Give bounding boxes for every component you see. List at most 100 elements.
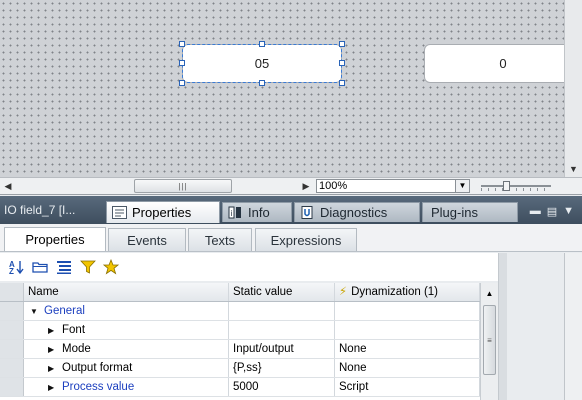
lightning-icon: ⚡ (339, 286, 348, 298)
folder-icon[interactable] (32, 259, 48, 275)
row-dynamization[interactable]: Script (335, 378, 480, 396)
row-static-value[interactable]: Input/output (229, 340, 335, 358)
row-static-value[interactable]: 5000 (229, 378, 335, 396)
list-icon[interactable] (56, 259, 72, 275)
tab-plug-ins-label: Plug-ins (431, 205, 478, 220)
star-icon[interactable] (103, 259, 119, 275)
inspector-window-bar: IO field_7 [I... Properties i Info Diagn… (0, 196, 582, 224)
info-icon: i (227, 206, 243, 220)
column-header-name[interactable]: Name (24, 283, 229, 301)
subtab-events[interactable]: Events (108, 228, 186, 251)
row-dynamization[interactable]: None (335, 340, 480, 358)
row-name: Font (62, 324, 86, 336)
row-name: Mode (62, 343, 91, 355)
tab-properties-label: Properties (132, 205, 192, 220)
table-header-row: Name Static value ⚡ Dynamization (1) (0, 283, 480, 302)
resize-handle-tl[interactable] (179, 41, 185, 47)
properties-table: Name Static value ⚡ Dynamization (1) ▼ Gen… (0, 283, 480, 400)
svg-text:i: i (230, 209, 232, 218)
collapsed-triangle-icon[interactable]: ▶ (48, 379, 58, 396)
scroll-right-icon[interactable]: ▶ (298, 178, 314, 194)
row-name-cell: ▶ Process value (24, 378, 229, 396)
zoom-value: 100% (319, 180, 348, 192)
row-gutter (0, 302, 24, 320)
minimize-icon[interactable]: ▬ (530, 205, 541, 218)
resize-handle-r[interactable] (339, 60, 345, 66)
table-scroll-thumb[interactable]: ≡ (483, 305, 496, 375)
properties-toolbar: AZ (0, 253, 498, 281)
inspector-object-title: IO field_7 [I... (4, 203, 76, 217)
row-dynamization[interactable] (335, 302, 480, 320)
expanded-triangle-icon[interactable]: ▼ (30, 303, 40, 320)
properties-subtabs: Properties Events Texts Expressions (0, 224, 582, 252)
tab-diagnostics[interactable]: Diagnostics (294, 202, 420, 222)
column-header-dynamization[interactable]: ⚡ Dynamization (1) (335, 283, 480, 301)
tab-plug-ins[interactable]: Plug-ins (422, 202, 518, 222)
resize-handle-br[interactable] (339, 80, 345, 86)
zoom-slider-knob[interactable] (503, 181, 510, 191)
filter-icon[interactable] (80, 259, 96, 275)
screen-canvas[interactable]: 05 0 (0, 0, 564, 177)
row-gutter (0, 321, 24, 339)
io-field-selected[interactable]: 05 (182, 44, 342, 83)
table-row[interactable]: ▶ Output format {P,ss} None (0, 359, 480, 378)
resize-handle-tr[interactable] (339, 41, 345, 47)
row-name-cell: ▼ General (24, 302, 229, 320)
zoom-slider-track (481, 185, 551, 187)
chevron-down-icon[interactable]: ▼ (455, 180, 469, 192)
zoom-slider-ticks (481, 188, 551, 191)
scroll-up-icon[interactable]: ▲ (481, 285, 498, 301)
pane-splitter[interactable] (499, 253, 507, 400)
tab-info[interactable]: i Info (222, 202, 292, 222)
subtab-properties-label: Properties (25, 232, 85, 247)
horizontal-scroll-thumb[interactable]: ||| (134, 179, 232, 193)
row-gutter (0, 359, 24, 377)
collapsed-triangle-icon[interactable]: ▶ (48, 322, 58, 339)
collapsed-triangle-icon[interactable]: ▶ (48, 341, 58, 358)
column-header-dynamization-label: Dynamization (1) (351, 286, 438, 298)
row-dynamization[interactable]: None (335, 359, 480, 377)
subtab-texts[interactable]: Texts (188, 228, 252, 251)
row-static-value[interactable]: {P,ss} (229, 359, 335, 377)
row-static-value[interactable] (229, 321, 335, 339)
row-name: General (44, 305, 85, 317)
tab-properties[interactable]: Properties (106, 201, 220, 223)
table-row[interactable]: ▶ Process value 5000 Script (0, 378, 480, 397)
table-row[interactable]: ▼ General (0, 302, 480, 321)
resize-handle-t[interactable] (259, 41, 265, 47)
row-name-cell: ▶ Output format (24, 359, 229, 377)
table-row[interactable]: ▶ Mode Input/output None (0, 340, 480, 359)
zoom-slider[interactable] (481, 181, 551, 191)
row-gutter (0, 340, 24, 358)
column-header-static-value[interactable]: Static value (229, 283, 335, 301)
io-field-second-value: 0 (499, 56, 507, 71)
restore-icon[interactable]: ▤ (547, 205, 557, 218)
sort-az-icon[interactable]: AZ (9, 259, 25, 275)
table-row[interactable]: ▶ Font (0, 321, 480, 340)
resize-handle-l[interactable] (179, 60, 185, 66)
row-name-cell: ▶ Mode (24, 340, 229, 358)
resize-handle-bl[interactable] (179, 80, 185, 86)
window-menu-icon[interactable]: ▼ (563, 205, 574, 218)
subtab-events-label: Events (127, 232, 167, 248)
row-static-value[interactable] (229, 302, 335, 320)
subtab-expressions[interactable]: Expressions (255, 228, 357, 251)
collapsed-triangle-icon[interactable]: ▶ (48, 360, 58, 377)
subtab-texts-label: Texts (204, 232, 236, 248)
subtab-expressions-label: Expressions (270, 232, 342, 248)
row-gutter (0, 378, 24, 396)
inspector-vertical-scrollbar[interactable] (564, 253, 582, 400)
horizontal-scroll-track[interactable]: ||| (16, 179, 296, 193)
canvas-vertical-scrollbar[interactable]: ▼ (564, 0, 582, 177)
resize-handle-b[interactable] (259, 80, 265, 86)
row-dynamization[interactable] (335, 321, 480, 339)
zoom-select[interactable]: 100% ▼ (316, 179, 470, 193)
table-vertical-scrollbar[interactable]: ▲ ≡ (480, 283, 498, 400)
io-field-selected-value: 05 (254, 56, 270, 71)
scroll-down-icon[interactable]: ▼ (565, 160, 582, 177)
scroll-left-icon[interactable]: ◀ (0, 178, 16, 194)
row-name-cell: ▶ Font (24, 321, 229, 339)
io-field-second[interactable]: 0 (424, 44, 564, 83)
tab-info-label: Info (248, 205, 270, 220)
subtab-properties[interactable]: Properties (4, 227, 106, 251)
